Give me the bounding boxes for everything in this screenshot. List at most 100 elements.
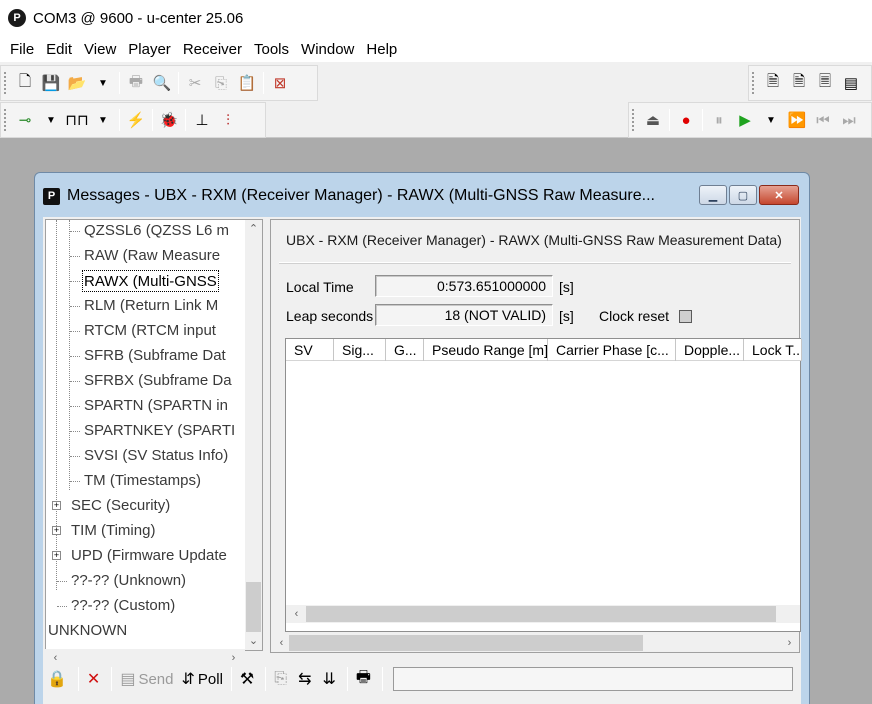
tree-vertical-scrollbar[interactable]: ⌃ ⌄ [245, 220, 262, 650]
menu-file[interactable]: File [4, 41, 40, 58]
cancel-x-icon[interactable]: ✕ [87, 667, 103, 691]
print-message-icon[interactable]: 🖶 [356, 667, 374, 691]
menu-receiver[interactable]: Receiver [177, 41, 248, 58]
autoscroll-icon[interactable]: ⇊ [322, 667, 338, 691]
column-header-doppler[interactable]: Dopple... [676, 339, 744, 361]
rawx-measurement-table[interactable]: SV Sig... G... Pseudo Range [m] Carrier … [285, 338, 802, 632]
tree-item-sfrb[interactable]: SFRB (Subframe Dat [84, 345, 226, 367]
leap-seconds-value: 18 (NOT VALID) [375, 304, 553, 326]
scroll-left-icon[interactable]: ‹ [288, 605, 305, 622]
copy-icon[interactable]: ⎘ [209, 71, 233, 95]
step-forward-icon[interactable]: ⏭ [837, 108, 861, 132]
play-dropdown-icon[interactable]: ▼ [759, 108, 783, 132]
doc-table-icon[interactable]: 🗏 [813, 71, 837, 95]
tree-group-upd[interactable]: UPD (Firmware Update [71, 545, 227, 567]
clear-icon[interactable]: ⊠ [268, 71, 292, 95]
pause-icon[interactable]: ⏸ [707, 108, 731, 132]
tree-item-rawx[interactable]: RAWX (Multi-GNSS [82, 270, 219, 292]
record-icon[interactable]: ● [674, 108, 698, 132]
menu-player[interactable]: Player [122, 41, 177, 58]
menu-help[interactable]: Help [360, 41, 403, 58]
play-icon[interactable]: ▶ [733, 108, 757, 132]
panel-scroll-thumb[interactable] [289, 635, 643, 651]
scroll-up-icon[interactable]: ⌃ [245, 220, 262, 237]
lock-icon[interactable]: 🔒 [47, 667, 70, 691]
menu-view[interactable]: View [78, 41, 122, 58]
open-dropdown-icon[interactable]: ▼ [91, 71, 115, 95]
tree-item-tm[interactable]: TM (Timestamps) [84, 470, 201, 492]
baudrate-icon[interactable]: ⊓⊓ [65, 108, 89, 132]
menu-bar: File Edit View Player Receiver Tools Win… [0, 36, 872, 62]
tree-item-custom[interactable]: ??-?? (Custom) [71, 595, 175, 617]
expand-plus-icon[interactable]: + [52, 551, 61, 560]
table-scroll-thumb[interactable] [306, 606, 776, 622]
column-header-g[interactable]: G... [386, 339, 424, 361]
debug-bug-icon[interactable]: 🐞 [157, 108, 181, 132]
toolbar-grip[interactable] [752, 72, 756, 94]
column-header-lock-time[interactable]: Lock T... [744, 339, 802, 361]
tree-item-spartnkey[interactable]: SPARTNKEY (SPARTI [84, 420, 235, 442]
column-header-carrier-phase[interactable]: Carrier Phase [c... [548, 339, 676, 361]
panel-horizontal-scrollbar[interactable]: ‹ › [271, 634, 799, 652]
column-header-sv[interactable]: SV [286, 339, 334, 361]
print-preview-icon[interactable]: 🔍 [150, 71, 174, 95]
scroll-down-icon[interactable]: ⌄ [245, 632, 262, 649]
tree-group-tim[interactable]: TIM (Timing) [71, 520, 155, 542]
doc-window-icon[interactable]: ▤ [839, 71, 863, 95]
tree-item-svsi[interactable]: SVSI (SV Status Info) [84, 445, 228, 467]
send-button[interactable]: ▤ Send [120, 667, 173, 691]
cut-icon[interactable]: ✂ [183, 71, 207, 95]
step-back-icon[interactable]: ⏮ [811, 108, 835, 132]
minimize-icon[interactable]: ▁ [699, 185, 727, 205]
paste-icon[interactable]: 📋 [235, 71, 259, 95]
menu-window[interactable]: Window [295, 41, 360, 58]
options-wand-icon[interactable]: ⚒ [240, 667, 257, 691]
toolbar-grip[interactable] [4, 72, 8, 94]
tree-item-rlm[interactable]: RLM (Return Link M [84, 295, 218, 317]
toolbar-grip[interactable] [632, 109, 636, 131]
copy-message-icon[interactable]: ⎘ [274, 667, 290, 691]
baudrate-dropdown-icon[interactable]: ▼ [91, 108, 115, 132]
connection-dropdown-icon[interactable]: ▼ [39, 108, 63, 132]
tree-root-unknown[interactable]: UNKNOWN [48, 620, 127, 642]
tree-item-raw[interactable]: RAW (Raw Measure [84, 245, 220, 267]
dock-panel-icon[interactable]: ⇆ [298, 667, 314, 691]
doc-export-icon[interactable]: 🗎 [761, 71, 785, 95]
print-icon[interactable]: 🖶 [124, 71, 148, 95]
messages-window-titlebar[interactable]: P Messages - UBX - RXM (Receiver Manager… [35, 173, 809, 219]
tree-item-spartn[interactable]: SPARTN (SPARTN in [84, 395, 228, 417]
close-icon[interactable]: ✕ [759, 185, 799, 205]
message-tree[interactable]: QZSSL6 (QZSS L6 m RAW (Raw Measure RAWX … [45, 219, 263, 651]
table-horizontal-scrollbar[interactable]: ‹ [286, 605, 800, 623]
scroll-left-icon[interactable]: ‹ [273, 634, 290, 651]
view-toolbar: ⊸ ▼ ⊓⊓ ▼ ⚡ 🐞 ⊥ ⫶ [0, 102, 266, 138]
column-header-pseudo-range[interactable]: Pseudo Range [m] [424, 339, 548, 361]
expand-plus-icon[interactable]: + [52, 501, 61, 510]
tree-group-sec[interactable]: SEC (Security) [71, 495, 170, 517]
menu-edit[interactable]: Edit [40, 41, 78, 58]
save-icon[interactable]: 💾 [39, 71, 63, 95]
settings-sliders-icon[interactable]: ⫶ [216, 108, 240, 132]
menu-tools[interactable]: Tools [248, 41, 295, 58]
eject-icon[interactable]: ⏏ [641, 108, 665, 132]
open-folder-icon[interactable]: 📂 [65, 71, 89, 95]
poll-antenna-icon[interactable]: ⊥ [190, 108, 214, 132]
doc-import-icon[interactable]: 🗎 [787, 71, 811, 95]
scroll-right-icon[interactable]: › [781, 634, 798, 651]
tree-item-qzssl6[interactable]: QZSSL6 (QZSS L6 m [84, 220, 229, 242]
tree-item-rtcm[interactable]: RTCM (RTCM input [84, 320, 216, 342]
tree-item-sfrbx[interactable]: SFRBX (Subframe Da [84, 370, 232, 392]
connection-icon[interactable]: ⊸ [13, 108, 37, 132]
maximize-icon[interactable]: ▢ [729, 185, 757, 205]
column-header-sig[interactable]: Sig... [334, 339, 386, 361]
toolbar-grip[interactable] [4, 109, 8, 131]
tree-item-unknown[interactable]: ??-?? (Unknown) [71, 570, 186, 592]
expand-plus-icon[interactable]: + [52, 526, 61, 535]
poll-button[interactable]: ⇵ Poll [182, 667, 223, 691]
status-field [393, 667, 793, 691]
autobaud-wand-icon[interactable]: ⚡ [124, 108, 148, 132]
fast-forward-icon[interactable]: ⏩ [785, 108, 809, 132]
tree-connector [57, 606, 67, 607]
new-file-icon[interactable]: 🗋 [13, 71, 37, 95]
tree-scroll-thumb[interactable] [246, 582, 261, 632]
